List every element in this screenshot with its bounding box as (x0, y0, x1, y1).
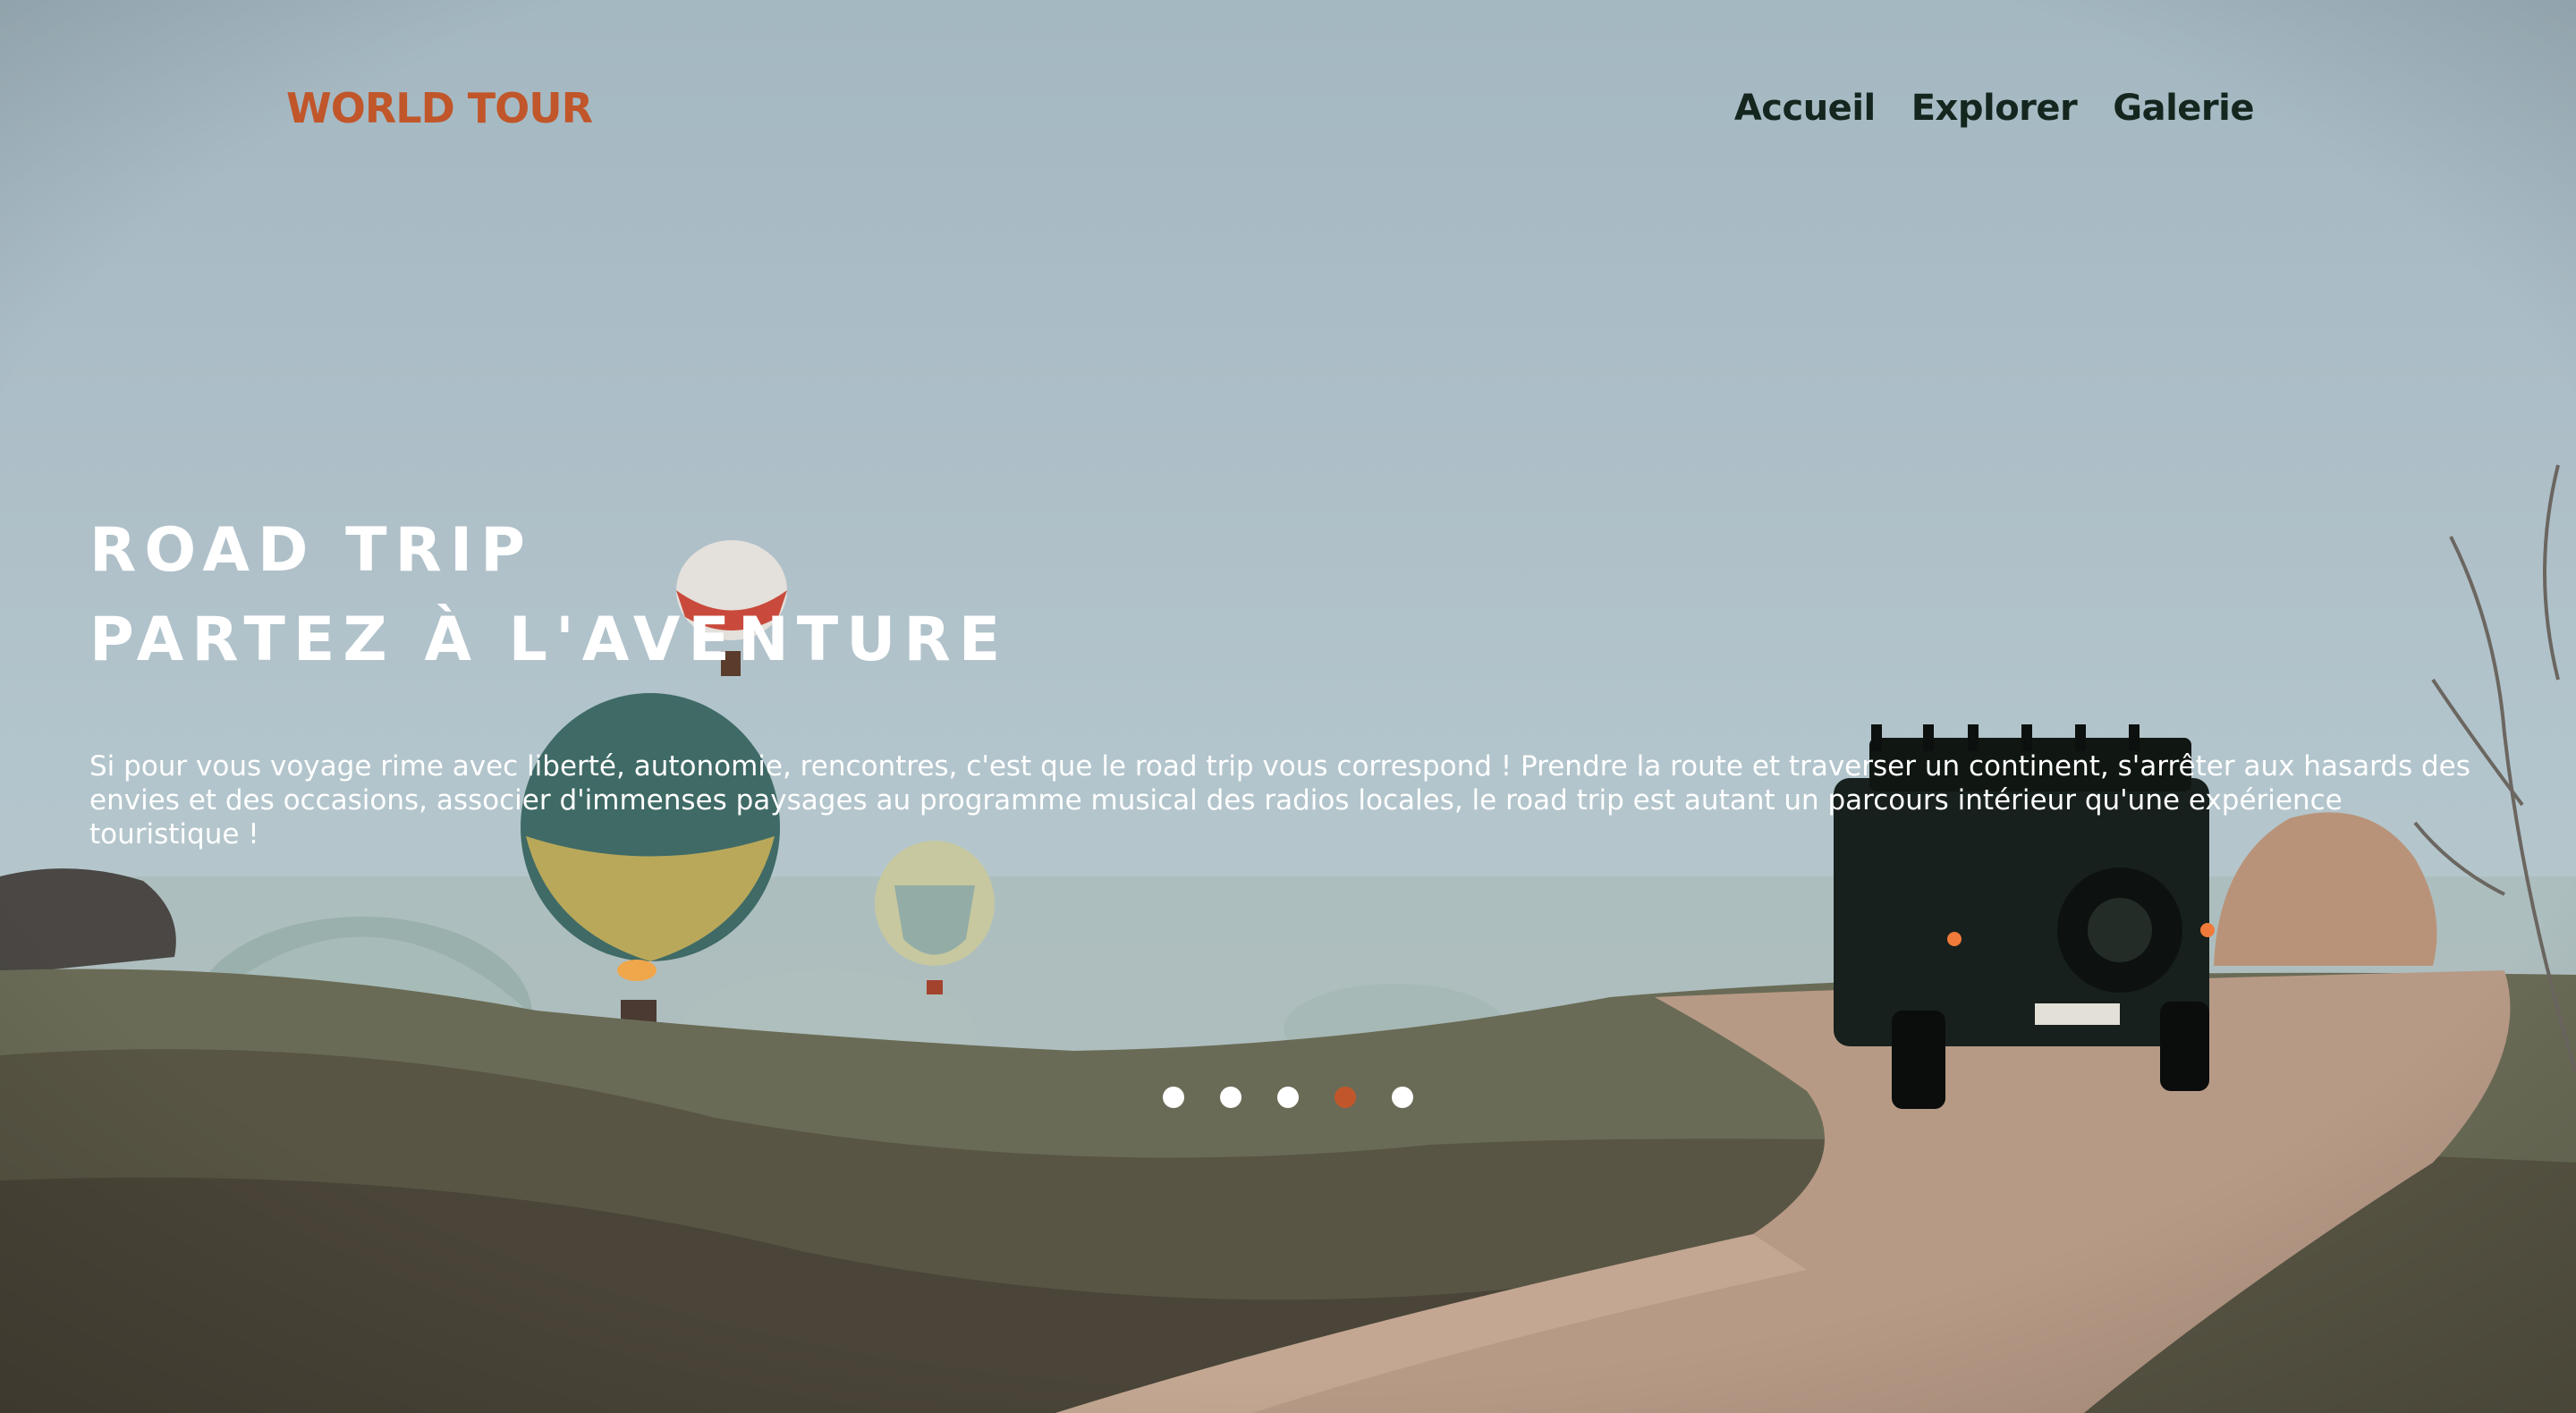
brand-logo[interactable]: WORLD TOUR (286, 84, 593, 132)
nav-accueil[interactable]: Accueil (1734, 88, 1876, 129)
slider-dots (1163, 1087, 1413, 1108)
hero-title: ROAD TRIP PARTEZ À L'AVENTURE (89, 506, 1008, 685)
nav-explorer[interactable]: Explorer (1911, 88, 2078, 129)
hero-title-line-1: ROAD TRIP (89, 515, 533, 586)
hero-description: Si pour vous voyage rime avec liberté, a… (89, 750, 2470, 850)
slider-dot-5[interactable] (1392, 1087, 1413, 1108)
slider-dot-2[interactable] (1220, 1087, 1241, 1108)
hero-section: WORLD TOUR Accueil Explorer Galerie ROAD… (0, 0, 2576, 1413)
main-navigation: Accueil Explorer Galerie (1734, 88, 2255, 129)
background-landscape-image (0, 0, 2576, 1413)
slider-dot-4[interactable] (1335, 1087, 1356, 1108)
hero-title-line-2: PARTEZ À L'AVENTURE (89, 605, 1009, 675)
nav-galerie[interactable]: Galerie (2113, 88, 2254, 129)
slider-dot-3[interactable] (1277, 1087, 1299, 1108)
slider-dot-1[interactable] (1163, 1087, 1184, 1108)
